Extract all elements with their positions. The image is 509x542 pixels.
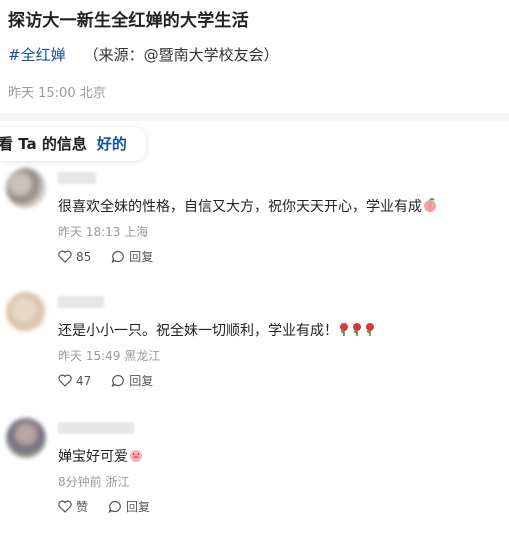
article-meta: 昨天 15:00 北京 <box>8 82 106 101</box>
comment-text: 还是小小一只。祝全妹一切顺利，学业有成！ <box>58 320 376 341</box>
username-blurred[interactable] <box>58 296 104 308</box>
info-prompt-ok-button[interactable]: 好的 <box>97 135 127 153</box>
pig-face-icon <box>128 447 144 467</box>
heart-icon <box>58 374 72 387</box>
like-button[interactable]: 47 <box>58 374 91 388</box>
username-blurred[interactable] <box>58 422 134 434</box>
reply-button[interactable]: 回复 <box>111 372 153 389</box>
article-location: 北京 <box>79 86 106 101</box>
article-time: 昨天 15:00 <box>8 86 76 101</box>
comment-actions: 85 回复 <box>58 248 173 265</box>
comment-meta: 8分钟前 浙江 <box>58 475 130 489</box>
comment-actions: 赞 回复 <box>58 498 170 515</box>
article-source: （来源：@暨南大学校友会） <box>83 46 279 64</box>
reply-button[interactable]: 回复 <box>111 248 153 265</box>
info-prompt-text: 看 Ta 的信息 <box>0 135 87 153</box>
hashtag-link[interactable]: #全红婵 <box>8 46 66 64</box>
like-button[interactable]: 85 <box>58 250 91 264</box>
article-title: 探访大一新生全红婵的大学生活 <box>8 11 249 31</box>
roses-icon <box>338 321 376 341</box>
heart-icon <box>58 250 72 263</box>
avatar[interactable] <box>6 168 46 208</box>
like-button[interactable]: 赞 <box>58 498 88 515</box>
reply-bubble-icon <box>111 250 125 263</box>
reply-button[interactable]: 回复 <box>108 498 150 515</box>
avatar[interactable] <box>6 292 46 332</box>
reply-bubble-icon <box>111 374 125 387</box>
comment-meta: 昨天 15:49 黑龙江 <box>58 349 161 363</box>
info-prompt-popup: 看 Ta 的信息 好的 <box>0 127 146 161</box>
reply-bubble-icon <box>108 500 121 513</box>
username-blurred[interactable] <box>58 172 96 184</box>
section-divider <box>0 113 509 121</box>
comment-actions: 47 回复 <box>58 372 173 389</box>
heart-icon <box>58 500 72 513</box>
avatar[interactable] <box>6 418 46 458</box>
peach-icon <box>422 197 438 217</box>
article-source-line: #全红婵 （来源：@暨南大学校友会） <box>8 44 279 65</box>
comment-text: 婵宝好可爱 <box>58 446 144 467</box>
comment-meta: 昨天 18:13 上海 <box>58 225 149 239</box>
comment-text: 很喜欢全妹的性格，自信又大方，祝你天天开心，学业有成 <box>58 196 438 217</box>
